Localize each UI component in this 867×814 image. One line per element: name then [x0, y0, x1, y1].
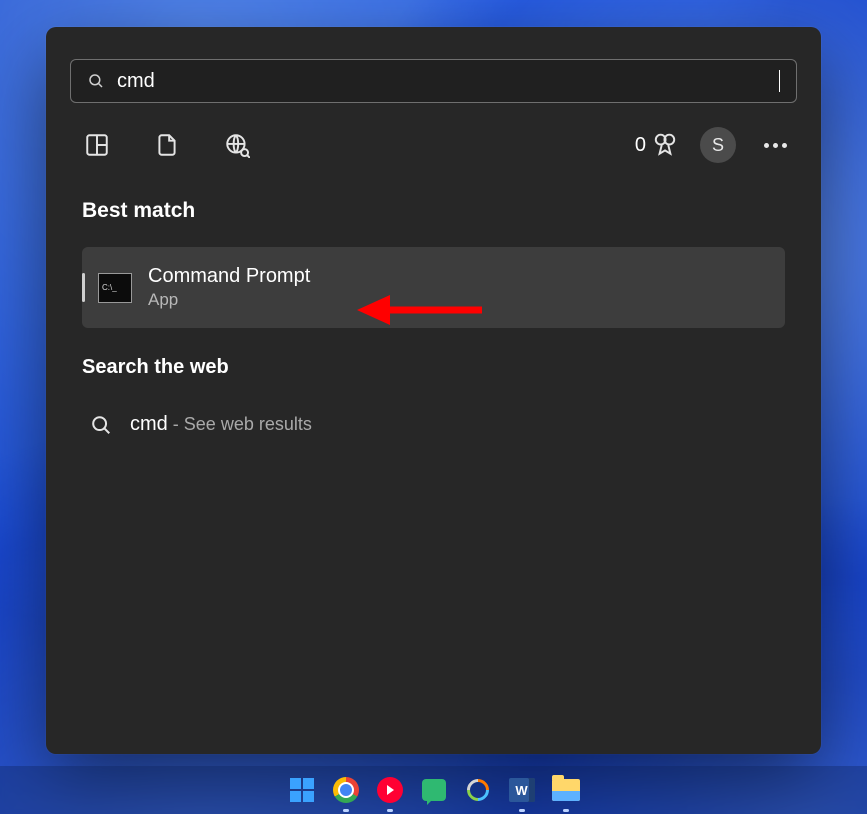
rewards-count: 0 [635, 134, 646, 157]
user-avatar[interactable]: S [700, 127, 736, 163]
search-icon [87, 72, 105, 90]
best-match-result[interactable]: C:\_ Command Prompt App [82, 247, 785, 328]
rewards-button[interactable]: 0 [635, 132, 678, 158]
apps-filter-icon[interactable] [84, 132, 110, 158]
taskbar-chrome[interactable] [330, 774, 362, 806]
taskbar-chat[interactable] [418, 774, 450, 806]
web-result-query: cmd [130, 413, 168, 435]
search-box[interactable] [70, 59, 797, 103]
web-filter-icon[interactable] [224, 132, 250, 158]
best-match-title: Command Prompt [148, 265, 310, 288]
taskbar-loading-app[interactable] [462, 774, 494, 806]
start-search-panel: 0 S Best match C:\_ Command Prompt App S… [46, 27, 821, 754]
search-input[interactable] [117, 60, 773, 102]
web-result-suffix: - See web results [168, 414, 312, 434]
avatar-initial: S [712, 135, 724, 156]
text-cursor [779, 70, 780, 92]
start-button[interactable] [286, 774, 318, 806]
web-result[interactable]: cmd - See web results [82, 403, 785, 446]
search-icon [90, 414, 112, 436]
more-button[interactable] [758, 137, 793, 154]
taskbar-ytmusic[interactable] [374, 774, 406, 806]
best-match-subtitle: App [148, 290, 310, 310]
taskbar-file-explorer[interactable] [550, 774, 582, 806]
documents-filter-icon[interactable] [154, 132, 180, 158]
taskbar: W [0, 766, 867, 814]
command-prompt-icon: C:\_ [98, 273, 132, 303]
taskbar-word[interactable]: W [506, 774, 538, 806]
best-match-heading: Best match [82, 199, 785, 223]
search-web-heading: Search the web [82, 356, 785, 379]
medal-icon [652, 132, 678, 158]
